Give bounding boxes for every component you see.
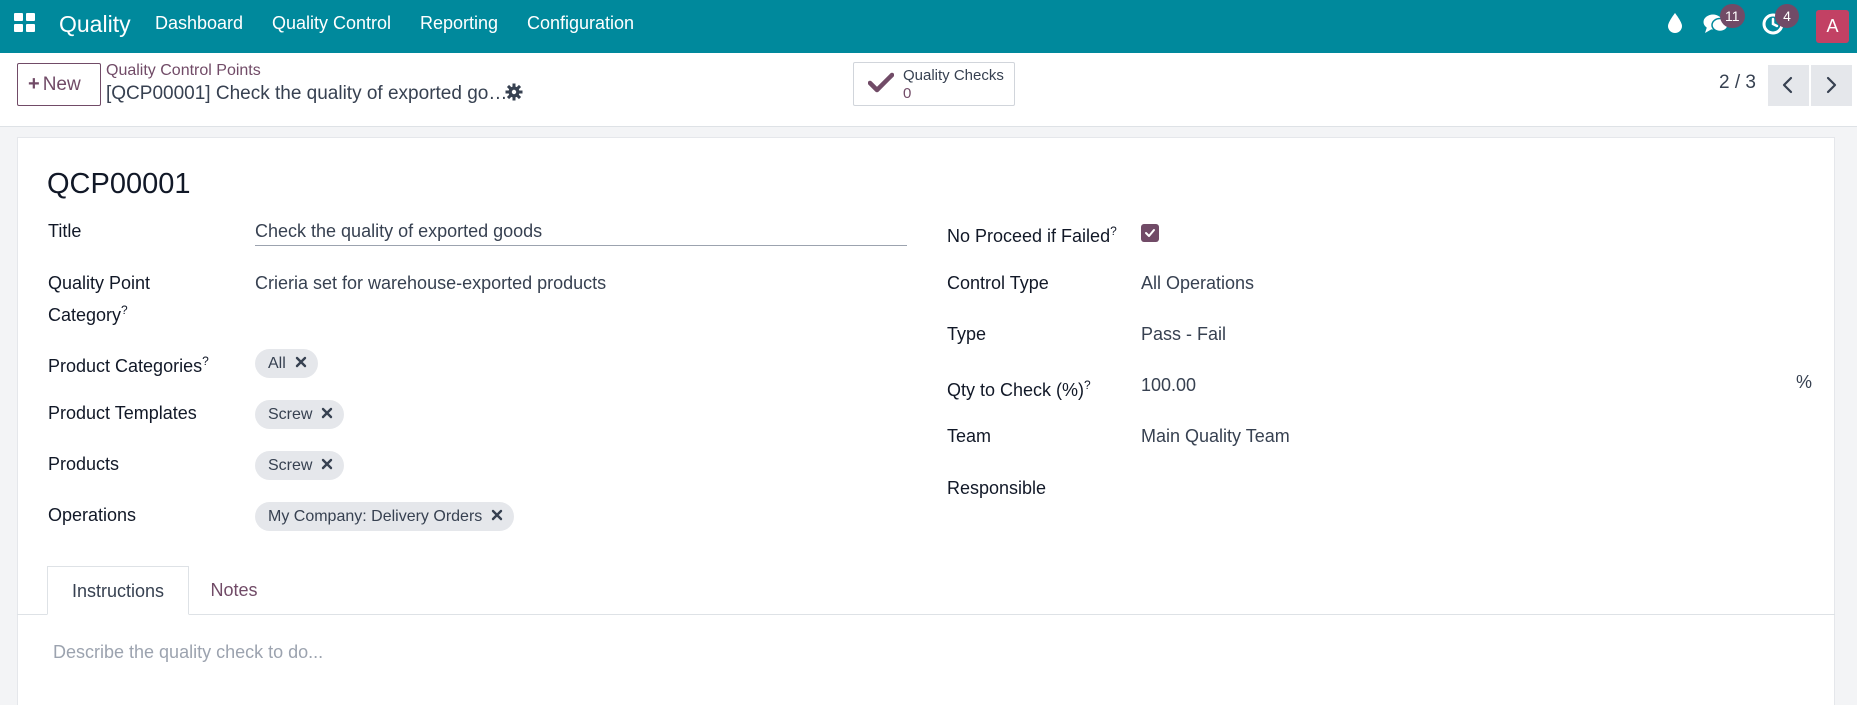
close-icon[interactable]	[320, 406, 334, 420]
control-type-label: Control Type	[947, 273, 1049, 293]
category-label-line1: Quality Point	[48, 273, 151, 293]
instructions-editor[interactable]: Describe the quality check to do...	[53, 642, 323, 663]
smart-button-count: 0	[903, 85, 912, 102]
products-label: Products	[48, 454, 120, 474]
chevron-right-icon	[1826, 76, 1837, 94]
pager-next-button[interactable]	[1811, 65, 1852, 106]
menu-configuration[interactable]: Configuration	[527, 13, 634, 34]
percent-unit: %	[1796, 372, 1813, 392]
quality-checks-smart-button[interactable]: Quality Checks 0	[853, 62, 1015, 106]
product-categories-label-text: Product Categories	[48, 356, 203, 376]
chevron-left-icon	[1782, 76, 1793, 94]
responsible-label: Responsible	[947, 478, 1047, 498]
new-button-label: New	[42, 74, 81, 95]
close-icon[interactable]	[490, 508, 504, 522]
tag-label: My Company: Delivery Orders	[268, 508, 483, 525]
plus-icon: +	[28, 73, 40, 95]
type-label: Type	[947, 324, 987, 344]
activities-badge: 4	[1775, 4, 1799, 28]
pager-value[interactable]: 2 / 3	[1719, 72, 1756, 94]
close-icon[interactable]	[294, 355, 308, 369]
team-label: Team	[947, 426, 992, 446]
title-field[interactable]: Check the quality of exported goods	[255, 218, 542, 245]
apps-grid-icon[interactable]	[14, 13, 38, 35]
menu-reporting[interactable]: Reporting	[420, 13, 498, 34]
team-field[interactable]: Main Quality Team	[1141, 423, 1290, 450]
tag-label: Screw	[268, 406, 313, 423]
close-icon[interactable]	[320, 457, 334, 471]
no-proceed-checkbox[interactable]	[1141, 224, 1159, 242]
tag-product-category: All	[255, 349, 318, 378]
new-button[interactable]: + New	[17, 63, 101, 106]
quality-point-category-label: Quality Point Category?	[48, 270, 150, 329]
product-templates-label: Product Templates	[48, 403, 197, 423]
breadcrumb-quality-control-points[interactable]: Quality Control Points	[106, 62, 261, 80]
check-icon	[867, 72, 895, 99]
no-proceed-label-text: No Proceed if Failed	[947, 226, 1111, 246]
smart-button-label: Quality Checks	[903, 67, 1004, 84]
quality-point-category-field[interactable]: Crieria set for warehouse-exported produ…	[255, 270, 606, 297]
tabs-divider	[17, 614, 1835, 615]
checkmark-icon	[1145, 229, 1155, 237]
help-tooltip[interactable]: ?	[121, 303, 128, 317]
title-label: Title	[48, 221, 82, 241]
tag-label: Screw	[268, 457, 313, 474]
gear-icon[interactable]	[505, 83, 525, 103]
no-proceed-label: No Proceed if Failed?	[947, 218, 1117, 250]
title-field-underline	[255, 245, 907, 246]
operations-label: Operations	[48, 505, 137, 525]
tab-notes[interactable]: Notes	[189, 566, 279, 615]
type-field[interactable]: Pass - Fail	[1141, 321, 1226, 348]
qty-to-check-field[interactable]: 100.00	[1141, 372, 1196, 399]
tag-operation: My Company: Delivery Orders	[255, 502, 515, 531]
responsible-field[interactable]	[1141, 475, 1741, 502]
help-tooltip[interactable]: ?	[1084, 378, 1091, 392]
top-navbar: Quality Dashboard Quality Control Report…	[0, 0, 1857, 53]
control-panel: + New Quality Control Points [QCP00001] C…	[0, 53, 1857, 127]
qty-label-text: Qty to Check (%)	[947, 380, 1085, 400]
record-breadcrumb-title: [QCP00001] Check the quality of exported…	[106, 83, 508, 104]
tag-label: All	[268, 355, 286, 372]
tag-product-template: Screw	[255, 400, 345, 429]
control-type-field[interactable]: All Operations	[1141, 270, 1254, 297]
help-tooltip[interactable]: ?	[202, 354, 209, 368]
app-name[interactable]: Quality	[59, 11, 131, 38]
drop-icon[interactable]	[1667, 12, 1683, 39]
tag-product: Screw	[255, 451, 345, 480]
record-reference: QCP00001	[47, 168, 191, 200]
messages-badge: 11	[1720, 4, 1745, 28]
qty-to-check-label: Qty to Check (%)?	[947, 372, 1091, 404]
product-categories-label: Product Categories?	[48, 348, 209, 380]
menu-quality-control[interactable]: Quality Control	[272, 13, 391, 34]
help-tooltip[interactable]: ?	[1110, 224, 1117, 238]
menu-dashboard[interactable]: Dashboard	[155, 13, 243, 34]
category-label-line2: Category	[48, 305, 122, 325]
user-avatar[interactable]: A	[1816, 10, 1849, 43]
pager-previous-button[interactable]	[1768, 65, 1809, 106]
tab-instructions[interactable]: Instructions	[47, 566, 189, 615]
